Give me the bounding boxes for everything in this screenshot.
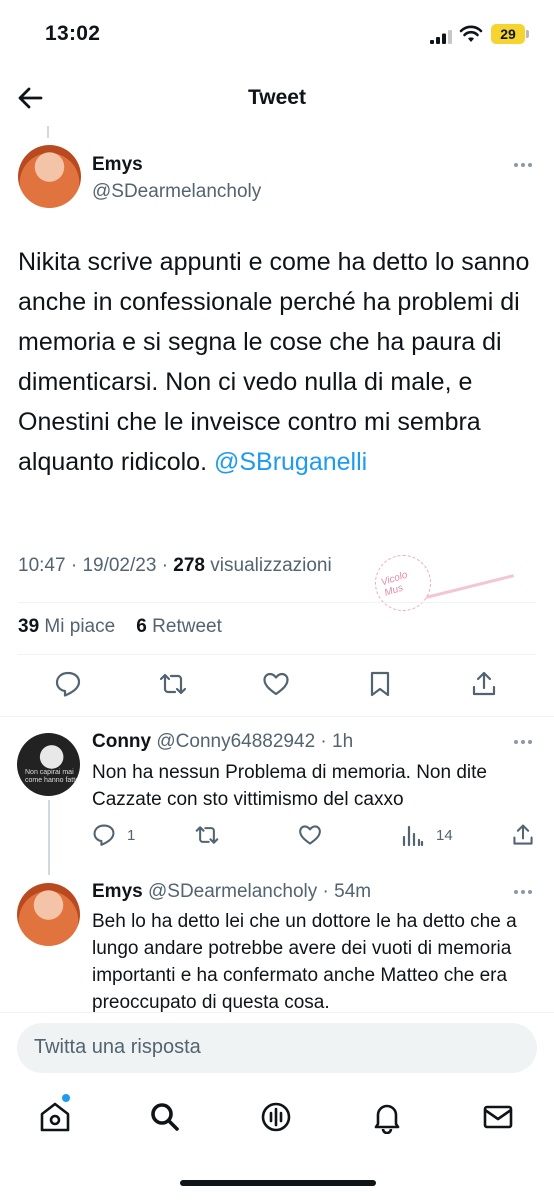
heart-icon[interactable] xyxy=(262,670,290,698)
tweet-date[interactable]: 19/02/23 xyxy=(82,555,156,576)
more-horizontal-icon[interactable] xyxy=(514,740,534,746)
search-icon[interactable] xyxy=(148,1100,182,1134)
wifi-icon xyxy=(459,25,483,42)
reply-author-handle: @Conny64882942 xyxy=(156,731,316,752)
likes-count: 39 xyxy=(18,616,40,637)
battery-indicator: 29 xyxy=(491,24,525,44)
reply-author-handle: @SDearmelancholy xyxy=(147,881,318,902)
retweets-stat[interactable]: 6 Retweet xyxy=(136,616,222,637)
views-count: 278 xyxy=(173,555,205,576)
meta-separator: · xyxy=(70,555,83,576)
avatar[interactable] xyxy=(18,145,81,208)
tweet-meta: 10:47 · 19/02/23 · 278 visualizzazioni xyxy=(18,555,332,577)
tweet-time[interactable]: 10:47 xyxy=(18,555,66,576)
top-bar: Tweet xyxy=(0,70,554,128)
home-icon[interactable] xyxy=(38,1100,72,1134)
reply-icon[interactable] xyxy=(54,670,82,698)
reply-name-text: Conny xyxy=(92,731,152,752)
tweet-body: Nikita scrive appunti e come ha detto lo… xyxy=(18,248,530,476)
bell-icon[interactable] xyxy=(370,1100,404,1134)
mention-link[interactable]: @SBruganelli xyxy=(214,448,367,476)
status-time: 13:02 xyxy=(45,22,101,45)
reply-text: Non ha nessun Problema di memoria. Non d… xyxy=(92,762,487,810)
reply-text: Beh lo ha detto lei che un dottore le ha… xyxy=(92,911,517,1012)
views-label: visualizzazioni xyxy=(210,555,332,576)
views-chart-icon[interactable] xyxy=(401,823,425,847)
divider xyxy=(0,716,554,717)
avatar[interactable] xyxy=(17,883,80,946)
likes-stat[interactable]: 39 Mi piace xyxy=(18,616,115,637)
tweet-text: Nikita scrive appunti e come ha detto lo… xyxy=(18,242,543,482)
heart-icon[interactable] xyxy=(298,823,322,847)
reply-count: 1 xyxy=(127,827,136,844)
retweet-icon[interactable] xyxy=(159,670,187,698)
reply-author-name[interactable]: Emys @SDearmelancholy · 54m xyxy=(92,881,371,903)
cellular-signal-icon xyxy=(430,30,452,44)
divider xyxy=(18,654,536,655)
more-horizontal-icon[interactable] xyxy=(514,163,534,169)
bottom-tab-bar xyxy=(0,1090,554,1150)
meta-separator: · xyxy=(161,555,174,576)
tweet-stats: 39 Mi piace 6 Retweet xyxy=(18,616,222,638)
thread-line-top xyxy=(47,126,49,138)
divider xyxy=(18,602,536,603)
more-horizontal-icon[interactable] xyxy=(514,890,534,896)
page-title: Tweet xyxy=(248,86,306,109)
retweet-icon[interactable] xyxy=(195,823,219,847)
share-icon[interactable] xyxy=(470,670,498,698)
avatar[interactable]: Non capirai mai come hanno fatto xyxy=(17,733,80,796)
status-bar: 13:02 29 xyxy=(0,0,554,70)
home-indicator[interactable] xyxy=(180,1180,376,1186)
mail-icon[interactable] xyxy=(481,1100,515,1134)
battery-tip xyxy=(526,30,529,38)
reply-name-text: Emys xyxy=(92,881,143,902)
thread-line xyxy=(48,800,50,875)
author-name[interactable]: Emys xyxy=(92,154,143,176)
author-handle[interactable]: @SDearmelancholy xyxy=(92,181,261,203)
reply-time: · 54m xyxy=(322,881,372,902)
share-icon[interactable] xyxy=(511,823,535,847)
tweet-actions xyxy=(0,670,554,700)
reply-input[interactable]: Twitta una risposta xyxy=(17,1023,537,1073)
retweets-count: 6 xyxy=(136,616,147,637)
views-count: 14 xyxy=(436,827,453,844)
retweets-label: Retweet xyxy=(152,616,222,637)
likes-label: Mi piace xyxy=(44,616,116,637)
notification-dot xyxy=(62,1094,70,1102)
spaces-icon[interactable] xyxy=(259,1100,293,1134)
reply-time: · 1h xyxy=(320,731,354,752)
bookmark-icon[interactable] xyxy=(366,670,394,698)
reply-author-name[interactable]: Conny @Conny64882942 · 1h xyxy=(92,731,353,753)
compose-bar: Twitta una risposta xyxy=(0,1012,554,1087)
reply-icon[interactable] xyxy=(92,823,116,847)
avatar-caption: Non capirai mai come hanno fatto xyxy=(25,769,80,784)
watermark-text: Vicolo Mus xyxy=(379,569,409,599)
